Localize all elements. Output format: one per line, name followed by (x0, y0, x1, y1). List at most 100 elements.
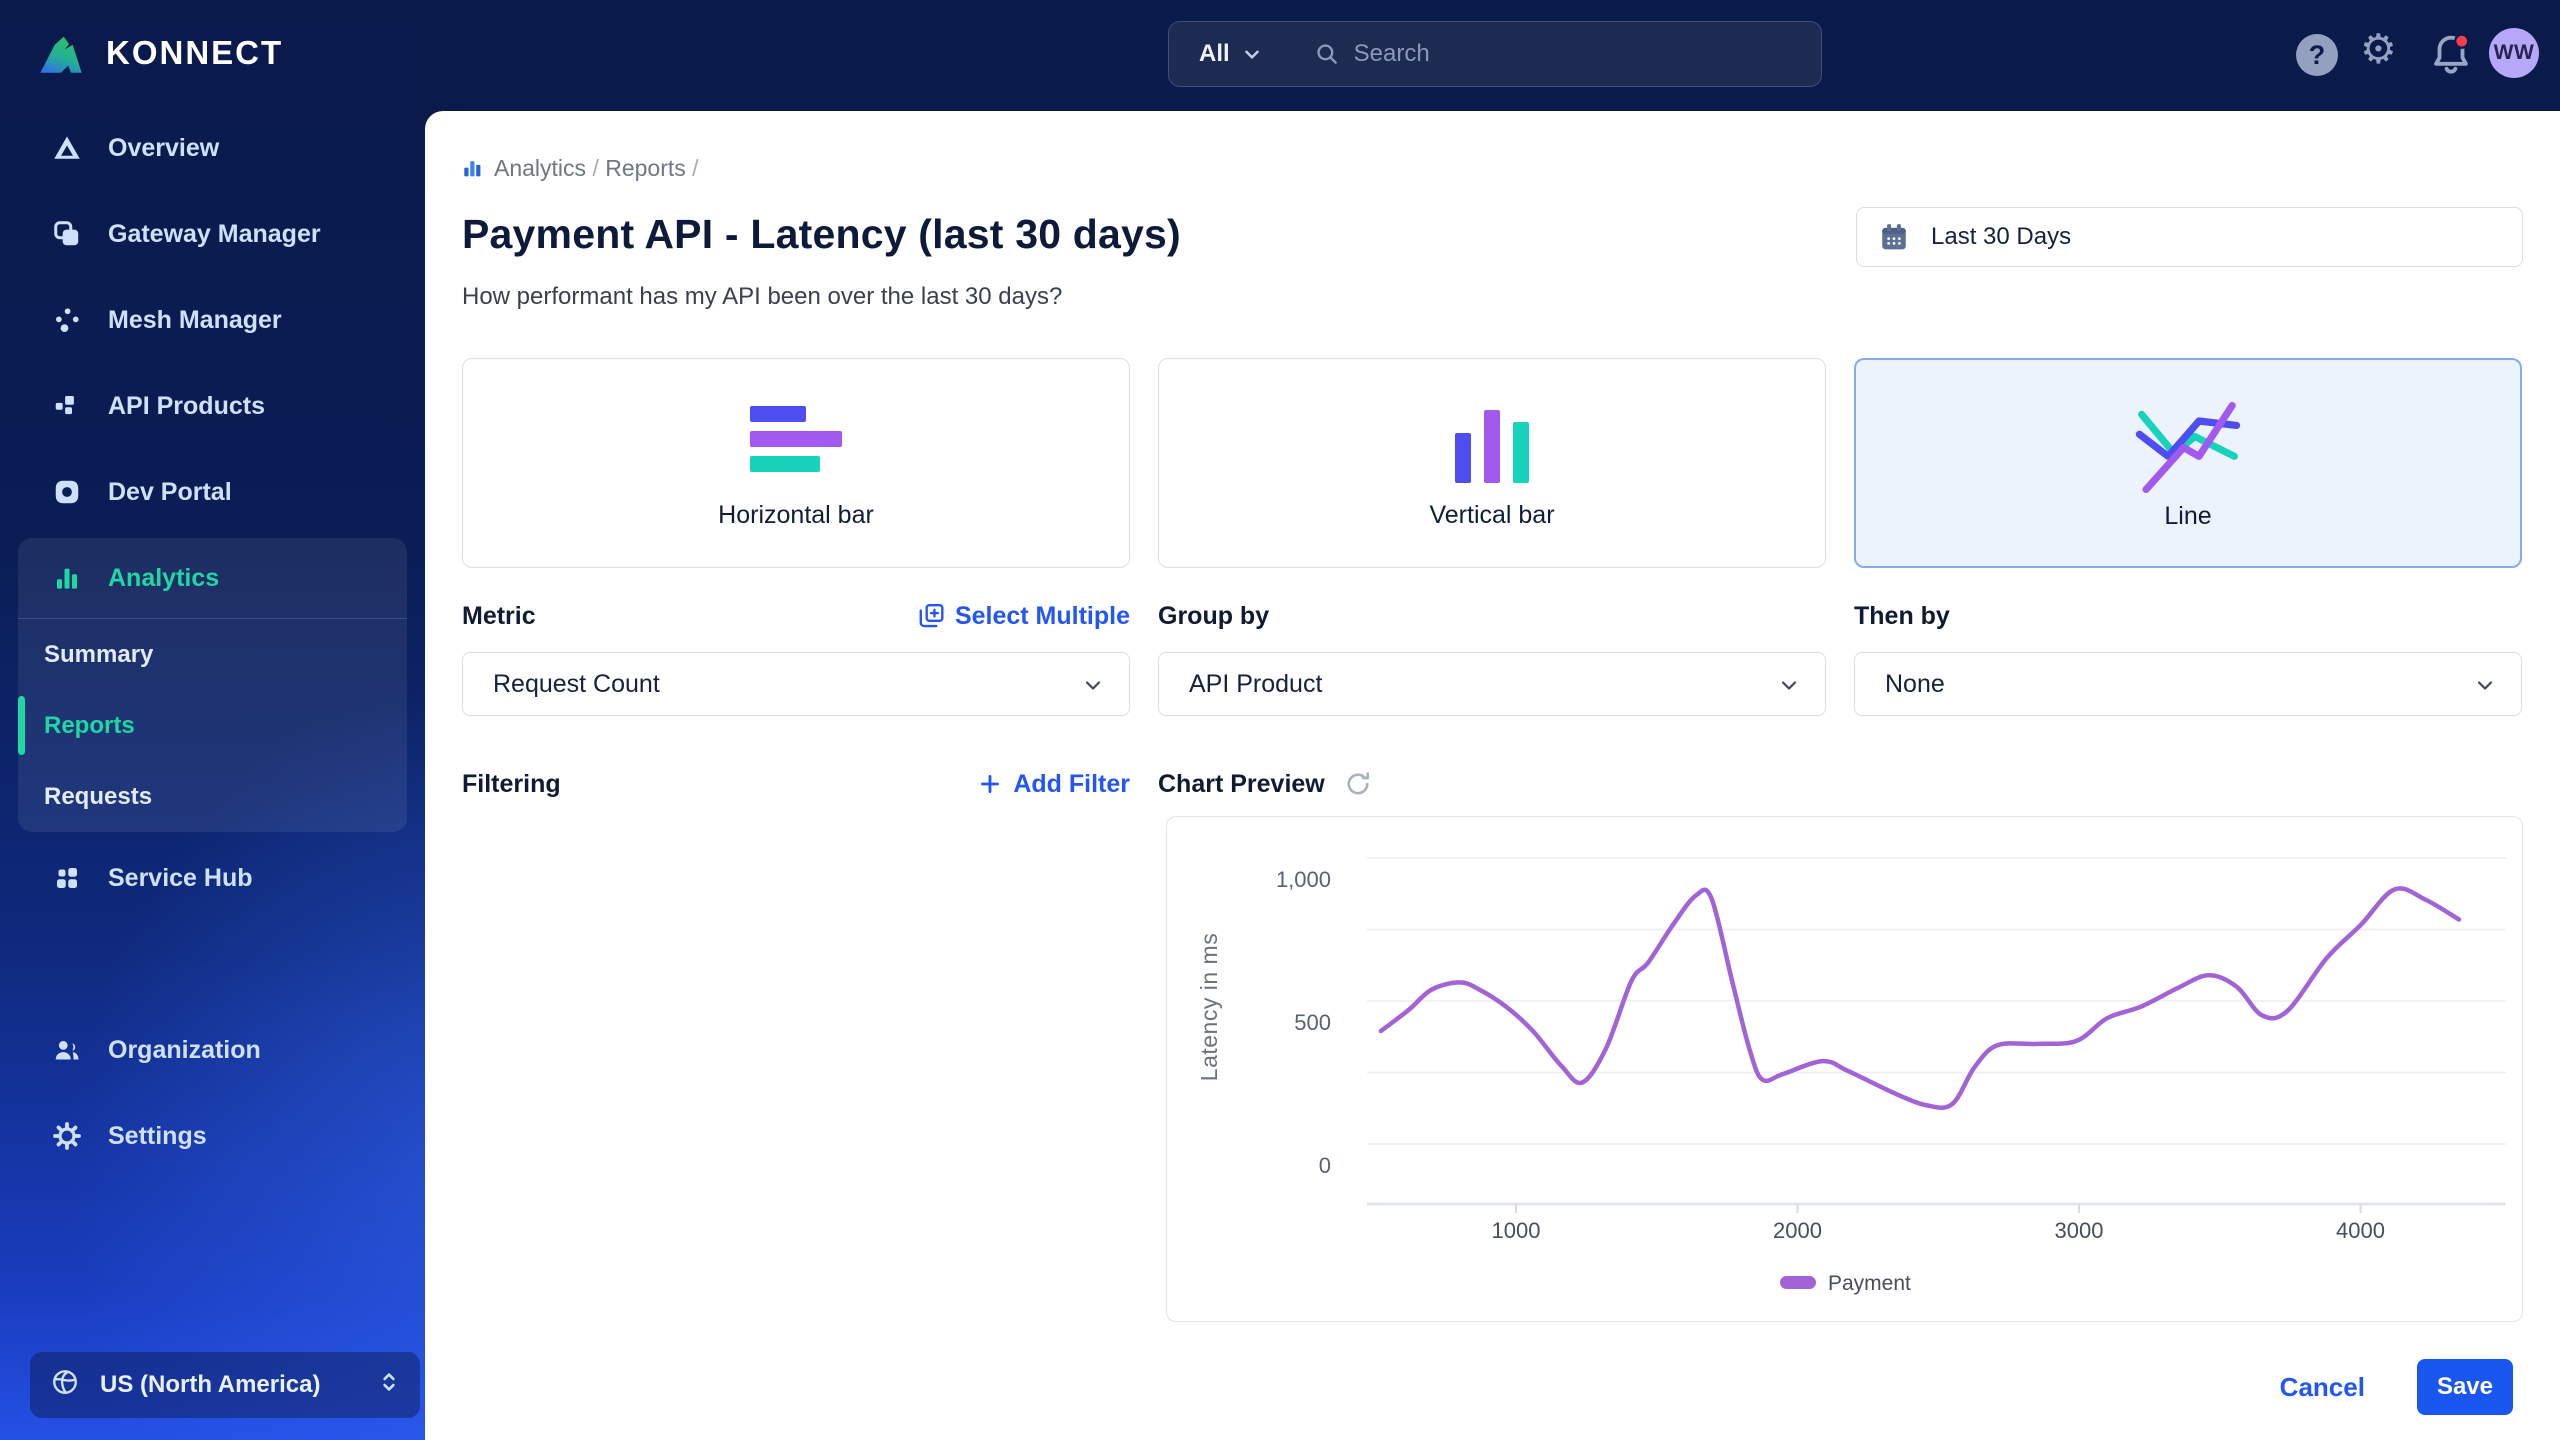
then-by-label: Then by (1854, 601, 1950, 630)
add-filter-link[interactable]: Add Filter (977, 770, 1130, 799)
sidebar-item-label: Service Hub (108, 863, 253, 892)
svg-text:0: 0 (1319, 1153, 1331, 1178)
sidebar-subitem-label: Requests (44, 782, 153, 810)
bell-icon (2434, 33, 2470, 74)
chart-type-card-horizontal-bar[interactable]: Horizontal bar (462, 358, 1130, 568)
api-products-icon (52, 391, 82, 421)
metric-select[interactable]: Request Count (462, 652, 1130, 716)
sidebar-item-service-hub[interactable]: Service Hub (0, 835, 425, 921)
scope-label: All (1199, 40, 1230, 67)
notifications-button[interactable] (2428, 30, 2474, 83)
scope-dropdown[interactable]: All (1199, 40, 1262, 68)
sidebar-item-gateway-manager[interactable]: Gateway Manager (0, 191, 425, 277)
gateway-manager-icon (52, 219, 82, 249)
breadcrumb-link[interactable]: Analytics (494, 155, 586, 181)
svg-text:2000: 2000 (1773, 1218, 1822, 1243)
breadcrumb-analytics-icon (464, 160, 481, 176)
sidebar-item-settings[interactable]: Settings (0, 1093, 425, 1179)
date-range-picker[interactable]: Last 30 Days (1856, 207, 2523, 267)
metric-select-value: Request Count (493, 669, 660, 698)
svg-text:4000: 4000 (2336, 1218, 2385, 1243)
avatar-initials: WW (2493, 41, 2535, 64)
svg-text:1,000: 1,000 (1276, 867, 1331, 892)
save-button[interactable]: Save (2416, 1359, 2513, 1415)
search-bar: All (1168, 21, 1822, 87)
sidebar-subitem-reports[interactable]: Reports (18, 690, 407, 761)
region-selector[interactable]: US (North America) (30, 1352, 420, 1418)
chevron-down-icon (1081, 673, 1105, 704)
select-multiple-label: Select Multiple (954, 601, 1130, 630)
sidebar-subitem-summary[interactable]: Summary (18, 619, 407, 690)
globe-icon (50, 1367, 80, 1404)
filtering-label: Filtering (462, 769, 561, 798)
breadcrumb-link[interactable]: Reports (605, 155, 686, 181)
sidebar-subitem-requests[interactable]: Requests (18, 761, 407, 832)
active-indicator (18, 696, 25, 755)
calendar-icon (1882, 224, 1906, 250)
selects-row: Request Count API Product None (462, 652, 2523, 716)
chart-preview-label: Chart Preview (1158, 769, 1325, 798)
sidebar-item-mesh-manager[interactable]: Mesh Manager (0, 277, 425, 363)
latency-line-chart: 1000 2000 3000 4000 0 500 1,000 Latency in ms Pa… (1196, 857, 2506, 1295)
sidebar-item-dev-portal[interactable]: Dev Portal (0, 449, 425, 535)
group-by-label: Group by (1158, 601, 1270, 630)
chart-preview-panel: 1000 2000 3000 4000 0 500 1,000 Latency in ms Pa… (1166, 816, 2523, 1322)
plus-icon (981, 775, 1000, 793)
filter-row: Filtering Add Filter Chart Preview (462, 767, 2523, 801)
sidebar-item-overview[interactable]: Overview (0, 105, 425, 191)
settings-button[interactable]: ⚙ (2360, 29, 2397, 70)
vertical-bar-icon (1443, 399, 1541, 493)
svg-text:Latency in ms: Latency in ms (1196, 933, 1222, 1081)
avatar[interactable]: WW (2489, 28, 2539, 78)
sidebar-item-api-products[interactable]: API Products (0, 363, 425, 449)
breadcrumb-separator: / (592, 155, 599, 181)
chart-type-card-vertical-bar[interactable]: Vertical bar (1158, 358, 1826, 568)
region-label: US (North America) (100, 1371, 321, 1398)
group-by-select[interactable]: API Product (1158, 652, 1826, 716)
search-input[interactable] (1353, 40, 1714, 68)
then-by-select[interactable]: None (1854, 652, 2522, 716)
sidebar-item-label: Gateway Manager (108, 219, 321, 248)
svg-text:1000: 1000 (1492, 1218, 1541, 1243)
sidebar-item-analytics[interactable]: Analytics (18, 538, 407, 618)
sidebar-nav-bottom: Organization Settings (0, 1007, 425, 1179)
group-by-select-value: API Product (1189, 669, 1323, 698)
gear-icon: ⚙ (2360, 25, 2397, 73)
sidebar-nav-mid: Service Hub (0, 835, 425, 921)
footer-actions: Cancel Save (2280, 1359, 2513, 1415)
sidebar-item-organization[interactable]: Organization (0, 1007, 425, 1093)
copy-plus-icon (919, 604, 944, 628)
sidebar-item-label: Dev Portal (108, 477, 232, 506)
chart-type-cards: Horizontal bar Vertical bar Line (462, 358, 2523, 568)
overview-icon (52, 133, 82, 163)
metric-label: Metric (462, 601, 536, 630)
then-by-select-value: None (1885, 669, 1945, 698)
cancel-button[interactable]: Cancel (2280, 1372, 2365, 1403)
breadcrumb-separator: / (692, 155, 699, 181)
service-hub-icon (52, 863, 82, 893)
help-icon: ? (2296, 34, 2338, 76)
brand-name: KONNECT (106, 34, 284, 71)
chart-type-label: Vertical bar (1429, 501, 1555, 529)
svg-text:500: 500 (1294, 1010, 1331, 1035)
sidebar-subitem-label: Reports (44, 711, 135, 739)
line-icon (2135, 400, 2241, 494)
chevron-down-icon (2473, 673, 2497, 704)
analytics-submenu: Summary Reports Requests (18, 619, 407, 832)
chart-type-label: Horizontal bar (718, 501, 874, 529)
search-icon (1317, 44, 1337, 64)
controls-row: Metric Select Multiple Group by Then by (462, 599, 2523, 633)
sidebar: KONNECT Overview Gateway Manager Mesh Mana… (0, 0, 425, 1440)
brand-logo[interactable]: KONNECT (34, 24, 283, 82)
sidebar-item-label: Mesh Manager (108, 305, 282, 334)
sidebar-item-label: Overview (108, 133, 220, 162)
organization-icon (52, 1035, 82, 1065)
chart-type-label: Line (2164, 502, 2212, 530)
select-multiple-link[interactable]: Select Multiple (917, 602, 1130, 631)
help-button[interactable]: ? (2296, 34, 2338, 76)
date-range-value: Last 30 Days (1931, 223, 2072, 250)
dev-portal-icon (52, 477, 82, 507)
refresh-icon[interactable] (1343, 769, 1373, 799)
gorilla-logo-icon (34, 26, 88, 80)
chart-type-card-line[interactable]: Line (1854, 358, 2522, 568)
